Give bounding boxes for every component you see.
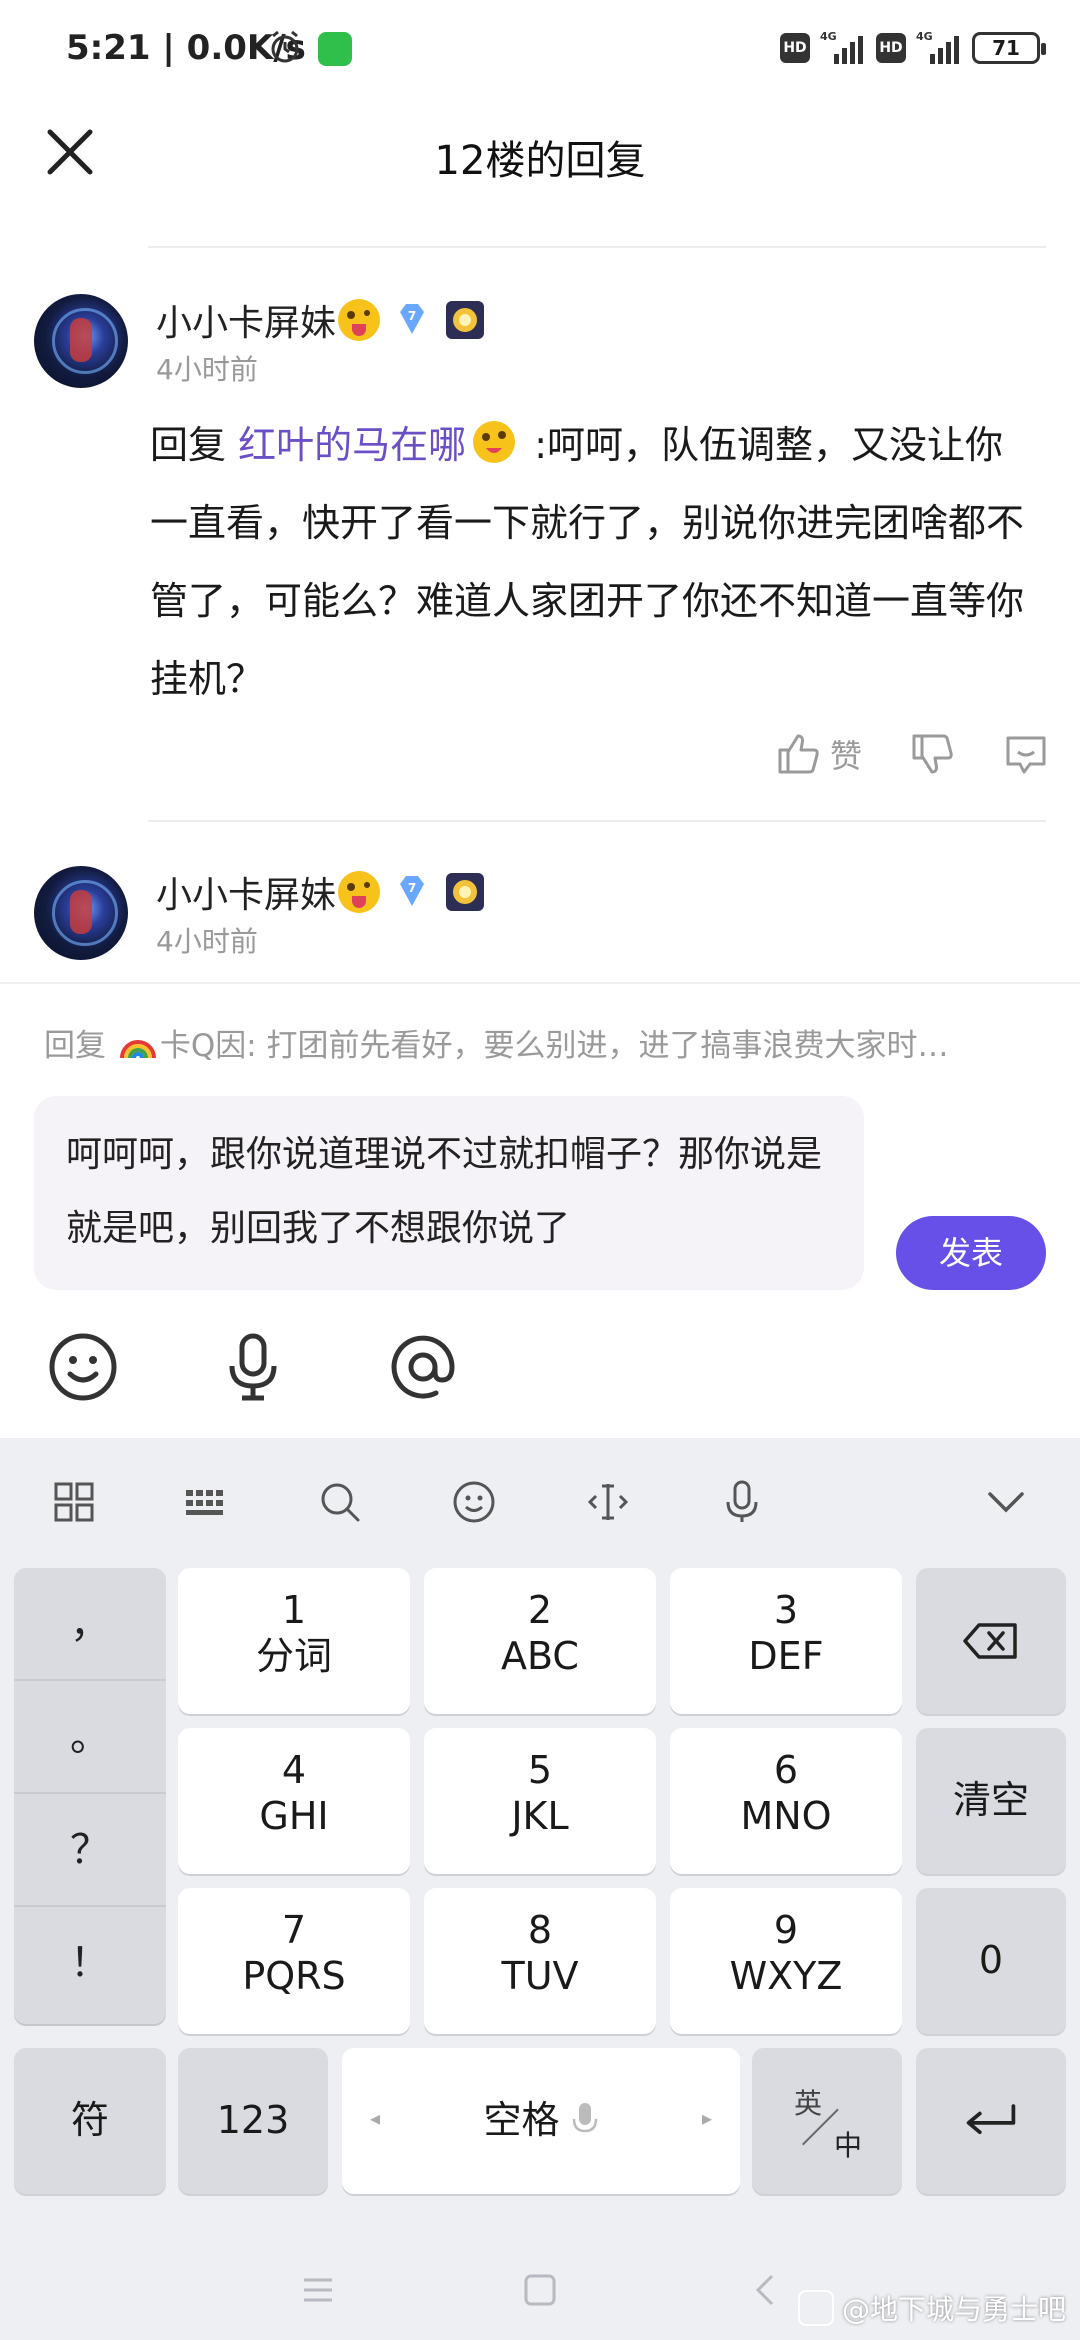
backspace-icon: [963, 1623, 1017, 1659]
alarm-icon: [271, 30, 299, 63]
space-key[interactable]: ◂ 空格 ▸: [342, 2048, 740, 2194]
keyboard-layout-icon[interactable]: [182, 1478, 230, 1526]
thumbs-up-icon: [778, 734, 819, 774]
enter-icon: [966, 2104, 1016, 2135]
backspace-key[interactable]: [916, 1568, 1066, 1714]
symbol-key[interactable]: 符: [14, 2048, 166, 2194]
emoji-icon: [473, 421, 516, 463]
send-button[interactable]: 发表: [896, 1216, 1046, 1290]
key-0[interactable]: 0: [916, 1888, 1066, 2034]
signal-icon: 4G: [916, 30, 959, 64]
signal-icon: 4G: [820, 30, 863, 64]
clear-key[interactable]: 清空: [916, 1728, 1066, 1874]
svg-text:4G: 4G: [916, 30, 933, 43]
microphone-icon[interactable]: [216, 1330, 290, 1404]
divider: [148, 246, 1046, 248]
avatar[interactable]: [34, 866, 128, 960]
username[interactable]: 小小卡屏妹: [156, 294, 336, 346]
home-icon[interactable]: [520, 2270, 560, 2310]
level-badge-icon: 7: [400, 304, 425, 334]
status-bar: 5:21 | 0.0K/s HD 4G HD 4G 71: [0, 0, 1080, 100]
punctuation-column: ， 。 ？ ！: [14, 1568, 166, 2024]
key-8[interactable]: 8 TUV: [424, 1888, 656, 2034]
key-4[interactable]: 4 GHI: [178, 1728, 410, 1874]
back-icon[interactable]: [746, 2270, 786, 2310]
key-3[interactable]: 3 DEF: [670, 1568, 902, 1714]
reply-composer: 回复 卡Q因: 打团前先看好，要么别进，进了搞事浪费大家时… 呵呵呵，跟你说道理…: [0, 982, 1080, 1438]
chevron-down-icon[interactable]: [982, 1478, 1030, 1526]
punct-key[interactable]: ，: [14, 1568, 166, 1681]
medal-icon: [446, 873, 485, 911]
level-badge-icon: 7: [400, 876, 425, 906]
key-2[interactable]: 2 ABC: [424, 1568, 656, 1714]
key-5[interactable]: 5 JKL: [424, 1728, 656, 1874]
keyboard-toolbar: [0, 1438, 1080, 1562]
hd-icon: HD: [876, 33, 906, 63]
search-icon[interactable]: [316, 1478, 364, 1526]
header: 12楼的回复: [0, 100, 1080, 206]
battery-icon: 71: [972, 32, 1046, 64]
divider: [148, 820, 1046, 822]
punct-key[interactable]: ！: [14, 1907, 166, 2020]
reply-target-hint: 回复 卡Q因: 打团前先看好，要么别进，进了搞事浪费大家时…: [44, 1028, 949, 1064]
thumbs-down-icon[interactable]: [908, 730, 956, 778]
svg-text:7: 7: [408, 881, 416, 895]
key-7[interactable]: 7 PQRS: [178, 1888, 410, 2034]
reply-input[interactable]: 呵呵呵，跟你说道理说不过就扣帽子？那你说是就是吧，别回我了不想跟你说了: [34, 1096, 864, 1290]
reply-time: 4小时前: [156, 353, 258, 386]
app-notification-icon: [318, 32, 352, 66]
mention-icon[interactable]: [386, 1330, 460, 1404]
microphone-icon: [572, 2103, 597, 2133]
enter-key[interactable]: [916, 2048, 1066, 2194]
page-title: 12楼的回复: [434, 138, 646, 184]
comment-icon[interactable]: [1002, 730, 1050, 778]
username[interactable]: 小小卡屏妹: [156, 866, 336, 918]
key-1[interactable]: 1 分词: [178, 1568, 410, 1714]
svg-text:4G: 4G: [820, 30, 837, 43]
emoji-icon: [338, 299, 381, 341]
punct-key[interactable]: 。: [14, 1681, 166, 1794]
menu-icon[interactable]: [298, 2270, 338, 2310]
mention-link[interactable]: 红叶的马在哪: [238, 423, 466, 467]
punct-key[interactable]: ？: [14, 1794, 166, 1907]
like-button[interactable]: 赞: [774, 730, 862, 778]
watermark-logo-icon: [797, 2290, 834, 2326]
voice-input-icon[interactable]: [718, 1478, 766, 1526]
grid-menu-icon[interactable]: [50, 1478, 98, 1526]
numeric-key[interactable]: 123: [178, 2048, 328, 2194]
avatar[interactable]: [34, 294, 128, 388]
cursor-move-icon[interactable]: [584, 1478, 632, 1526]
hd-icon: HD: [780, 33, 810, 63]
keyboard: ， 。 ？ ！ 1 分词 2 ABC 3 DEF 4 GHI 5 JKL 6 MNO 清空 …: [0, 1438, 1080, 2340]
reply-time: 4小时前: [156, 925, 258, 958]
key-6[interactable]: 6 MNO: [670, 1728, 902, 1874]
emoji-icon: [338, 871, 381, 913]
svg-text:7: 7: [408, 309, 416, 323]
key-9[interactable]: 9 WXYZ: [670, 1888, 902, 2034]
watermark: @地下城与勇士吧: [797, 2288, 1066, 2328]
rainbow-icon: [119, 1040, 156, 1059]
reply-content: 回复 红叶的马在哪 :呵呵，队伍调整，又没让你一直看，快开了看一下就行了，别说你…: [150, 406, 1030, 718]
emoji-picker-icon[interactable]: [46, 1330, 120, 1404]
language-switch-key[interactable]: 英 中: [752, 2048, 902, 2194]
emoji-icon[interactable]: [450, 1478, 498, 1526]
medal-icon: [446, 301, 485, 339]
